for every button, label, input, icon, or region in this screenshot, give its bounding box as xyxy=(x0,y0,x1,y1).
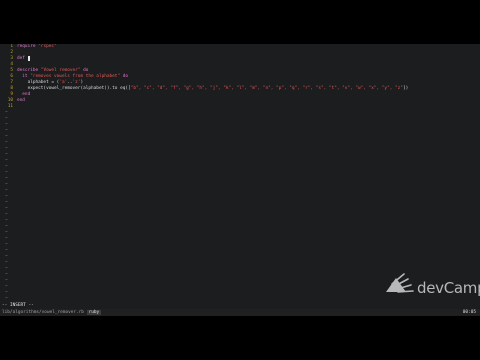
file-path-text: lib/algorithms/vowel_remover.rb xyxy=(2,310,84,315)
code-token: "Vowel remover" xyxy=(40,68,81,73)
code-token: it xyxy=(17,74,31,79)
code-token: end xyxy=(17,92,31,97)
code-token: do xyxy=(120,74,129,79)
code-token: end xyxy=(17,98,25,103)
line-code[interactable]: def xyxy=(17,56,31,62)
tilde-marker: ~ xyxy=(5,296,8,301)
code-token: do xyxy=(80,68,89,73)
code-token: expect(vowel_remover(alphabet)).to eq([ xyxy=(17,86,131,91)
code-token: ) xyxy=(80,80,84,85)
code-token: "rspec" xyxy=(38,44,57,49)
line-code[interactable]: end xyxy=(17,98,25,104)
line-code[interactable]: require "rspec" xyxy=(17,44,57,50)
filetype-tab[interactable]: ruby xyxy=(86,310,102,315)
code-token: def xyxy=(17,56,28,61)
devcamp-watermark: devCamp xyxy=(417,279,480,297)
text-cursor xyxy=(27,56,31,61)
status-bar: lib/algorithms/vowel_remover.rb ruby 00:… xyxy=(0,309,480,316)
code-token: "b", "c", "d", "f", "g", "h", "j", "k", … xyxy=(130,86,403,91)
code-token: alphabet = ( xyxy=(17,80,60,85)
line-code[interactable]: expect(vowel_remover(alphabet)).to eq(["… xyxy=(17,86,409,92)
code-token: require xyxy=(17,44,39,49)
file-path: lib/algorithms/vowel_remover.rb ruby xyxy=(2,309,102,316)
clock: 00:05 xyxy=(462,310,476,315)
code-token: ]) xyxy=(402,86,409,91)
code-token: "removes vowels from the alphabet" xyxy=(30,74,121,79)
code-token: describe xyxy=(17,68,41,73)
